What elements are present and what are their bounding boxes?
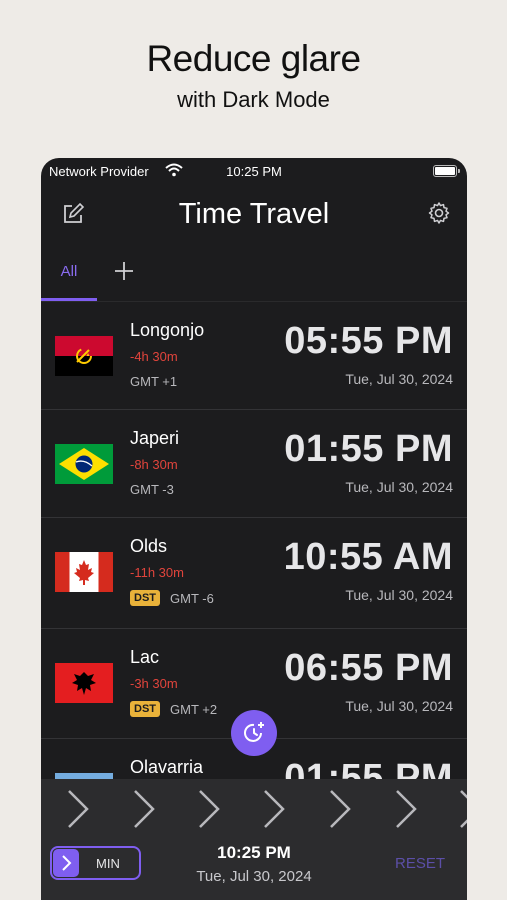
local-time: 06:55 PM	[284, 647, 453, 689]
gmt-label: GMT +2	[170, 701, 218, 717]
tab-all[interactable]: All	[41, 244, 97, 302]
active-tab-indicator	[41, 298, 97, 301]
plus-icon[interactable]	[113, 260, 135, 282]
chevron-right-icon	[396, 790, 417, 828]
city-name: Olds	[130, 536, 168, 556]
chevron-right-icon	[330, 790, 351, 828]
local-date: Tue, Jul 30, 2024	[345, 587, 453, 603]
clock-list: Longonjo -4h 30m GMT +1 05:55 PM Tue, Ju…	[41, 302, 467, 847]
dst-badge: DST	[130, 701, 160, 717]
local-date: Tue, Jul 30, 2024	[345, 371, 453, 387]
city-name: Japeri	[130, 428, 180, 448]
gear-icon[interactable]	[427, 201, 451, 225]
tab-bar: All	[41, 244, 467, 302]
local-time: 01:55 PM	[284, 428, 453, 470]
add-time-button[interactable]	[231, 710, 277, 756]
local-time: 05:55 PM	[284, 320, 453, 362]
page-title: Time Travel	[178, 198, 330, 230]
chevron-right-icon	[460, 790, 467, 828]
nav-bar: Time Travel	[41, 184, 467, 244]
gmt-label: GMT +1	[130, 374, 178, 389]
angola-flag-icon	[55, 336, 113, 376]
timezone-line: GMT -3	[130, 482, 174, 497]
gmt-label: GMT -6	[170, 590, 214, 606]
brazil-flag-icon	[55, 444, 113, 484]
battery-icon	[433, 165, 460, 177]
chevron-right-icon	[134, 790, 155, 828]
clock-plus-icon	[244, 722, 264, 742]
time-travel-panel: MIN 10:25 PM Tue, Jul 30, 2024 RESET	[41, 779, 467, 900]
timezone-line: GMT +1	[130, 374, 177, 389]
gmt-label: GMT -3	[130, 482, 174, 497]
clock-row[interactable]: Longonjo -4h 30m GMT +1 05:55 PM Tue, Ju…	[41, 302, 467, 410]
promo-subtitle: with Dark Mode	[177, 87, 330, 112]
time-offset: -3h 30m	[130, 676, 178, 691]
city-name: Lac	[130, 647, 160, 667]
local-date: Tue, Jul 30, 2024	[345, 698, 453, 714]
time-offset: -11h 30m	[130, 565, 184, 580]
city-name: Olavarria	[130, 757, 204, 777]
chevron-right-icon	[68, 790, 89, 828]
chevron-right-icon	[199, 790, 220, 828]
city-name: Longonjo	[130, 320, 205, 340]
albania-flag-icon	[55, 663, 113, 703]
app-screen: Network Provider 10:25 PM Time Travel Al…	[41, 158, 467, 900]
status-time: 10:25 PM	[226, 164, 282, 179]
dst-badge: DST	[130, 590, 160, 606]
canada-flag-icon	[55, 552, 113, 592]
reset-button[interactable]: RESET	[395, 855, 445, 872]
local-date: Tue, Jul 30, 2024	[345, 479, 453, 495]
local-time: 10:55 AM	[283, 536, 453, 578]
time-scrubber[interactable]	[41, 785, 467, 831]
chevron-right-icon	[264, 790, 285, 828]
time-offset: -4h 30m	[130, 349, 178, 364]
timezone-line: DST GMT +2	[130, 701, 217, 717]
clock-row[interactable]: Japeri -8h 30m GMT -3 01:55 PM Tue, Jul …	[41, 410, 467, 518]
clock-row[interactable]: Olds -11h 30m DST GMT -6 10:55 AM Tue, J…	[41, 518, 467, 629]
promo-title: Reduce glare	[146, 38, 361, 79]
status-bar: Network Provider 10:25 PM	[41, 158, 467, 184]
time-offset: -8h 30m	[130, 457, 178, 472]
timezone-line: DST GMT -6	[130, 590, 214, 606]
